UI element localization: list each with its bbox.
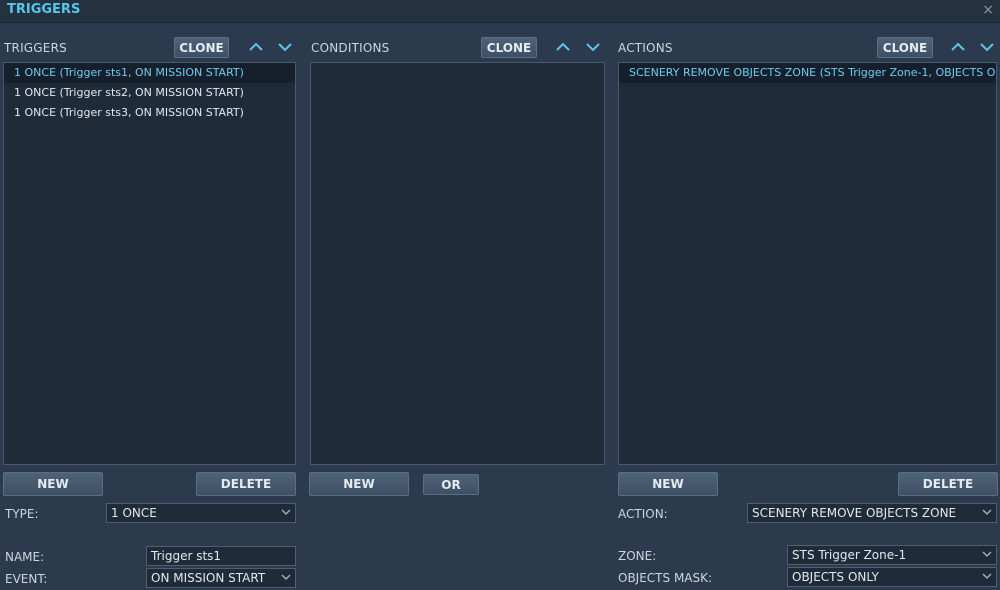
conditions-move-up-icon[interactable] <box>555 40 571 54</box>
zone-label: ZONE: <box>618 549 657 563</box>
close-icon[interactable]: × <box>982 2 994 18</box>
conditions-move-down-icon[interactable] <box>585 40 601 54</box>
dropdown-chevron-icon <box>982 551 992 557</box>
dropdown-chevron-icon <box>281 509 291 515</box>
dropdown-chevron-icon <box>982 509 992 515</box>
dropdown-chevron-icon <box>982 573 992 579</box>
list-item[interactable]: SCENERY REMOVE OBJECTS ZONE (STS Trigger… <box>619 63 996 83</box>
triggers-move-up-icon[interactable] <box>248 40 264 54</box>
triggers-new-button[interactable]: NEW <box>3 472 103 496</box>
objects-mask-label: OBJECTS MASK: <box>618 571 713 585</box>
objects-mask-select-value: OBJECTS ONLY <box>792 570 879 584</box>
triggers-delete-button[interactable]: DELETE <box>196 472 296 496</box>
actions-move-up-icon[interactable] <box>950 40 966 54</box>
name-label: NAME: <box>5 550 45 564</box>
type-select-value: 1 ONCE <box>111 506 157 520</box>
type-select[interactable]: 1 ONCE <box>106 503 296 523</box>
event-select[interactable]: ON MISSION START <box>146 568 296 588</box>
actions-list[interactable]: SCENERY REMOVE OBJECTS ZONE (STS Trigger… <box>618 62 997 465</box>
conditions-clone-button[interactable]: CLONE <box>481 37 537 58</box>
event-label: EVENT: <box>5 572 48 586</box>
conditions-or-button[interactable]: OR <box>423 474 479 495</box>
title-bar: TRIGGERS × <box>0 0 1000 23</box>
dropdown-chevron-icon <box>281 574 291 580</box>
actions-label: ACTIONS <box>618 41 673 55</box>
actions-move-down-icon[interactable] <box>979 40 995 54</box>
triggers-label: TRIGGERS <box>4 41 67 55</box>
zone-select[interactable]: STS Trigger Zone-1 <box>787 545 997 565</box>
type-label: TYPE: <box>5 507 39 521</box>
action-select[interactable]: SCENERY REMOVE OBJECTS ZONE <box>747 503 997 523</box>
event-select-value: ON MISSION START <box>151 571 266 585</box>
zone-select-value: STS Trigger Zone-1 <box>792 548 907 562</box>
actions-clone-button[interactable]: CLONE <box>877 37 933 58</box>
list-item[interactable]: 1 ONCE (Trigger sts3, ON MISSION START) <box>4 103 295 123</box>
name-input[interactable]: Trigger sts1 <box>146 546 296 566</box>
window-title: TRIGGERS <box>7 2 81 17</box>
objects-mask-select[interactable]: OBJECTS ONLY <box>787 567 997 587</box>
list-item[interactable]: 1 ONCE (Trigger sts1, ON MISSION START) <box>4 63 295 83</box>
actions-new-button[interactable]: NEW <box>618 472 718 496</box>
triggers-clone-button[interactable]: CLONE <box>174 37 229 58</box>
action-select-value: SCENERY REMOVE OBJECTS ZONE <box>752 506 957 520</box>
actions-delete-button[interactable]: DELETE <box>898 472 998 496</box>
conditions-label: CONDITIONS <box>311 41 390 55</box>
triggers-move-down-icon[interactable] <box>277 40 293 54</box>
action-label: ACTION: <box>618 507 668 521</box>
list-item[interactable]: 1 ONCE (Trigger sts2, ON MISSION START) <box>4 83 295 103</box>
conditions-list[interactable] <box>310 62 605 465</box>
conditions-new-button[interactable]: NEW <box>309 472 409 496</box>
triggers-list[interactable]: 1 ONCE (Trigger sts1, ON MISSION START) 1… <box>3 62 296 465</box>
